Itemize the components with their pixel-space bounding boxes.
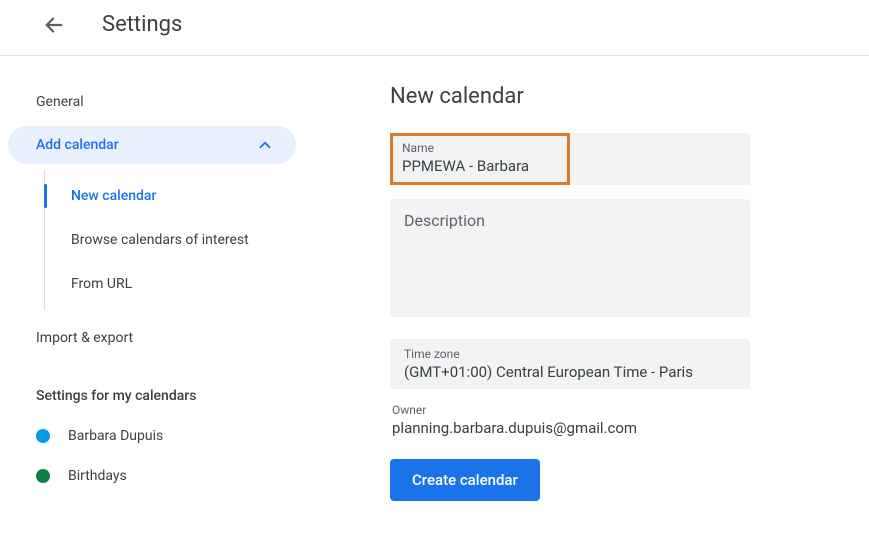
settings-sidebar: General Add calendar New calendar Browse… [0,84,300,501]
calendar-row-birthdays[interactable]: Birthdays [8,456,300,496]
calendar-label: Birthdays [68,468,127,484]
timezone-field[interactable]: Time zone (GMT+01:00) Central European T… [390,339,750,389]
name-field-container: Name [390,133,750,185]
add-calendar-label: Add calendar [36,137,119,153]
owner-field: Owner planning.barbara.dupuis@gmail.com [390,403,770,437]
add-calendar-submenu: New calendar Browse calendars of interes… [44,170,300,310]
back-button[interactable] [42,13,66,37]
sidebar-item-from-url[interactable]: From URL [45,262,300,306]
sidebar-item-import-export[interactable]: Import & export [8,320,300,356]
chevron-up-icon [256,136,274,154]
panel-heading: New calendar [390,84,770,109]
arrow-left-icon [43,14,65,36]
sidebar-item-new-calendar[interactable]: New calendar [45,174,300,218]
description-placeholder: Description [404,211,485,230]
sidebar-item-browse-calendars[interactable]: Browse calendars of interest [45,218,300,262]
create-calendar-button[interactable]: Create calendar [390,459,540,501]
calendar-color-dot [36,429,50,443]
name-input[interactable] [402,157,558,175]
timezone-value: (GMT+01:00) Central European Time - Pari… [404,363,736,381]
sidebar-item-general[interactable]: General [8,84,300,120]
owner-label: Owner [392,403,770,417]
calendar-color-dot [36,469,50,483]
settings-header: Settings [0,0,869,56]
name-field[interactable]: Name [390,133,570,185]
calendar-row-barbara[interactable]: Barbara Dupuis [8,416,300,456]
new-calendar-panel: New calendar Name Description Time zone … [300,84,780,501]
owner-value: planning.barbara.dupuis@gmail.com [392,419,770,437]
timezone-label: Time zone [404,347,736,361]
name-label: Name [402,141,558,155]
description-field[interactable]: Description [390,199,750,317]
page-title: Settings [102,12,182,37]
sidebar-item-add-calendar[interactable]: Add calendar [8,126,296,164]
my-calendars-heading: Settings for my calendars [8,356,300,416]
calendar-label: Barbara Dupuis [68,428,163,444]
